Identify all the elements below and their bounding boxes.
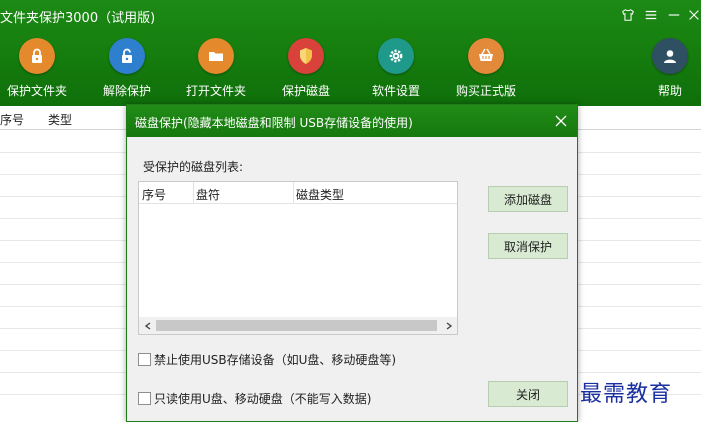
- user-icon: [652, 38, 688, 74]
- column-header-type[interactable]: 类型: [48, 111, 72, 128]
- dialog-titlebar[interactable]: 磁盘保护(隐藏本地磁盘和限制 USB存储设备的使用): [127, 105, 577, 137]
- toolbar-label: 打开文件夹: [185, 84, 246, 98]
- close-icon[interactable]: [553, 113, 569, 129]
- toolbar-label: 购买正式版: [455, 84, 516, 98]
- menu-button[interactable]: [641, 4, 661, 26]
- toolbar-label: 保护文件夹: [6, 84, 67, 98]
- disable-usb-option[interactable]: 禁止使用USB存储设备（如U盘、移动硬盘等): [138, 351, 396, 367]
- skin-button[interactable]: [618, 4, 638, 26]
- toolbar-label: 解除保护: [102, 84, 151, 98]
- disk-list-label: 受保护的磁盘列表:: [143, 160, 244, 174]
- shield-icon: [288, 38, 324, 74]
- toolbar-protect-disk[interactable]: 保护磁盘: [276, 38, 336, 100]
- chevron-right-icon: [446, 321, 452, 330]
- hamburger-icon: [645, 10, 657, 20]
- minimize-button[interactable]: [664, 4, 684, 26]
- lock-icon: [19, 38, 55, 74]
- toolbar-unprotect[interactable]: 解除保护: [97, 38, 157, 100]
- horizontal-scrollbar[interactable]: [139, 317, 457, 334]
- toolbar-buy[interactable]: 购买正式版: [451, 38, 521, 100]
- toolbar-label: 软件设置: [371, 84, 420, 98]
- scroll-left-arrow[interactable]: [141, 319, 154, 332]
- disk-protect-dialog: 磁盘保护(隐藏本地磁盘和限制 USB存储设备的使用) 受保护的磁盘列表: 序号 …: [126, 104, 578, 422]
- column-header-index[interactable]: 序号: [0, 111, 24, 128]
- folder-icon: [198, 38, 234, 74]
- dialog-body: 受保护的磁盘列表: 序号 盘符 磁盘类型 添加磁盘 取消保护 关闭 禁止使用US…: [127, 137, 577, 421]
- close-button[interactable]: 关闭: [488, 381, 568, 407]
- toolbar-open-folder[interactable]: 打开文件夹: [182, 38, 250, 100]
- column-header-disk-type[interactable]: 磁盘类型: [296, 186, 344, 203]
- column-header-drive[interactable]: 盘符: [196, 186, 220, 203]
- gear-icon: [378, 38, 414, 74]
- chevron-left-icon: [144, 321, 150, 330]
- column-header-index[interactable]: 序号: [142, 186, 166, 203]
- column-separator[interactable]: [293, 182, 294, 204]
- readonly-usb-checkbox[interactable]: [138, 391, 151, 405]
- toolbar-label: 保护磁盘: [281, 84, 330, 98]
- watermark-text: 最需教育: [580, 382, 673, 407]
- close-window-button[interactable]: [684, 4, 701, 26]
- disk-list-header: 序号 盘符 磁盘类型: [139, 182, 457, 204]
- add-disk-button[interactable]: 添加磁盘: [488, 186, 568, 212]
- cancel-protect-button[interactable]: 取消保护: [488, 233, 568, 259]
- app-header: 文件夹保护3000（试用版) 保护文件夹 解除保护 打开文件夹 保护磁盘 软件设…: [0, 0, 701, 106]
- dialog-title: 磁盘保护(隐藏本地磁盘和限制 USB存储设备的使用): [135, 116, 413, 130]
- readonly-usb-label: 只读使用U盘、移动硬盘（不能写入数据): [154, 391, 372, 406]
- column-separator[interactable]: [193, 182, 194, 204]
- toolbar-label: 帮助: [657, 84, 682, 98]
- scrollbar-thumb[interactable]: [156, 320, 437, 331]
- close-icon: [689, 10, 699, 20]
- readonly-usb-option[interactable]: 只读使用U盘、移动硬盘（不能写入数据): [138, 390, 371, 406]
- shirt-icon: [622, 9, 634, 21]
- toolbar-help[interactable]: 帮助: [650, 38, 690, 100]
- minimize-icon: [668, 14, 680, 16]
- protected-disk-list[interactable]: 序号 盘符 磁盘类型: [138, 181, 458, 335]
- unlock-icon: [109, 38, 145, 74]
- app-title: 文件夹保护3000（试用版): [0, 11, 156, 26]
- toolbar-protect-folder[interactable]: 保护文件夹: [2, 38, 72, 100]
- toolbar-settings[interactable]: 软件设置: [366, 38, 426, 100]
- disable-usb-checkbox[interactable]: [138, 352, 151, 366]
- scroll-right-arrow[interactable]: [442, 319, 455, 332]
- disable-usb-label: 禁止使用USB存储设备（如U盘、移动硬盘等): [154, 352, 397, 367]
- basket-icon: [468, 38, 504, 74]
